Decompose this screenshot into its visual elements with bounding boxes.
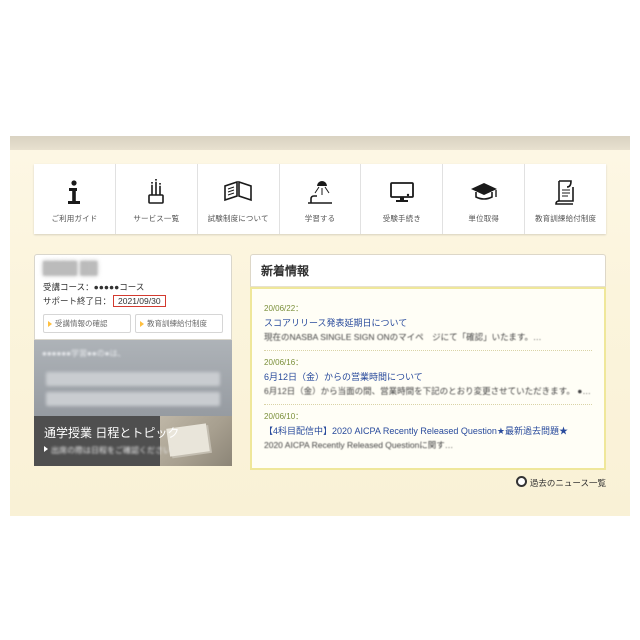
news-date: 20/06/22： [264,303,592,314]
enrollment-info-button[interactable]: 受講情報の確認 [43,314,131,333]
course-line: 受講コース：●●●●●コース [43,281,223,293]
support-line: サポート終了日：2021/09/30 [43,295,223,307]
lamp-icon [305,175,335,209]
schedule-banner[interactable]: 通学授業 日程とトピック 出席の際は日程をご確認ください [34,416,232,466]
course-card: ████ ██ 受講コース：●●●●●コース サポート終了日：2021/09/3… [34,254,232,340]
nav-label: 学習する [305,213,336,224]
nav-services[interactable]: サービス一覧 [116,164,198,234]
main-nav: ご利用ガイド サービス一覧 試験制度について [34,164,606,234]
mid-banner-blurred: ●●●●●●学習●●の●は、 [34,340,232,416]
news-summary: 2020 AICPA Recently Released Questionに関す… [264,439,592,451]
news-item[interactable]: 20/06/22： スコアリリース発表延期日について 現在のNASBA SING… [264,297,592,351]
monitor-icon [388,175,416,209]
mid-text: ●●●●●●学習●●の●は、 [34,340,232,362]
nav-label: 受験手続き [383,213,421,224]
button-label: 受講情報の確認 [55,318,108,329]
schedule-sub: 出席の際は日程をご確認ください [44,445,222,456]
arrow-icon [48,321,52,327]
arrow-icon [44,446,48,452]
pencils-icon [143,175,169,209]
news-item[interactable]: 20/06/16： 6月12日（金）からの営業時間について 6月12日（金）から… [264,351,592,405]
nav-label: ご利用ガイド [51,213,97,224]
button-label: 教育訓練給付制度 [147,318,207,329]
news-summary: 現在のNASBA SINGLE SIGN ONのマイペ ジにて「確認」いたます。… [264,331,592,343]
news-panel: 新着情報 20/06/22： スコアリリース発表延期日について 現在のNASBA… [250,254,606,489]
news-date: 20/06/10： [264,411,592,422]
support-date: 2021/09/30 [113,295,166,307]
nav-exam[interactable]: 試験制度について [198,164,280,234]
support-label: サポート終了日： [43,296,111,306]
document-icon [554,175,578,209]
news-title: 6月12日（金）からの営業時間について [264,370,592,383]
news-heading: 新着情報 [250,254,606,287]
nav-label: 試験制度について [208,213,269,224]
nav-label: サービス一覧 [133,213,179,224]
nav-label: 単位取得 [468,213,499,224]
bullet-icon [516,476,527,487]
nav-procedure[interactable]: 受験手続き [361,164,443,234]
left-column: ████ ██ 受講コース：●●●●●コース サポート終了日：2021/09/3… [34,254,232,466]
news-title: スコアリリース発表延期日について [264,316,592,329]
news-item[interactable]: 20/06/10： 【4科目配信中】2020 AICPA Recently Re… [264,405,592,458]
schedule-title: 通学授業 日程とトピック [44,424,222,441]
top-nav-strip [10,136,630,150]
arrow-icon [140,321,144,327]
nav-guide[interactable]: ご利用ガイド [34,164,116,234]
news-date: 20/06/16： [264,357,592,368]
info-icon [65,175,83,209]
news-title: 【4科目配信中】2020 AICPA Recently Released Que… [264,424,592,437]
news-more-link[interactable]: 過去のニュース一覧 [250,476,606,489]
nav-study[interactable]: 学習する [280,164,362,234]
book-icon [223,175,253,209]
nav-label: 教育訓練給付制度 [535,213,596,224]
username-blurred: ████ ██ [43,261,223,275]
news-summary: 6月12日（金）から当面の間、営業時間を下記のとおり変更させていただきます。 ●… [264,385,592,397]
benefits-button[interactable]: 教育訓練給付制度 [135,314,223,333]
nav-benefits[interactable]: 教育訓練給付制度 [525,164,606,234]
nav-credits[interactable]: 単位取得 [443,164,525,234]
news-list: 20/06/22： スコアリリース発表延期日について 現在のNASBA SING… [250,287,606,470]
graduation-icon [469,175,499,209]
